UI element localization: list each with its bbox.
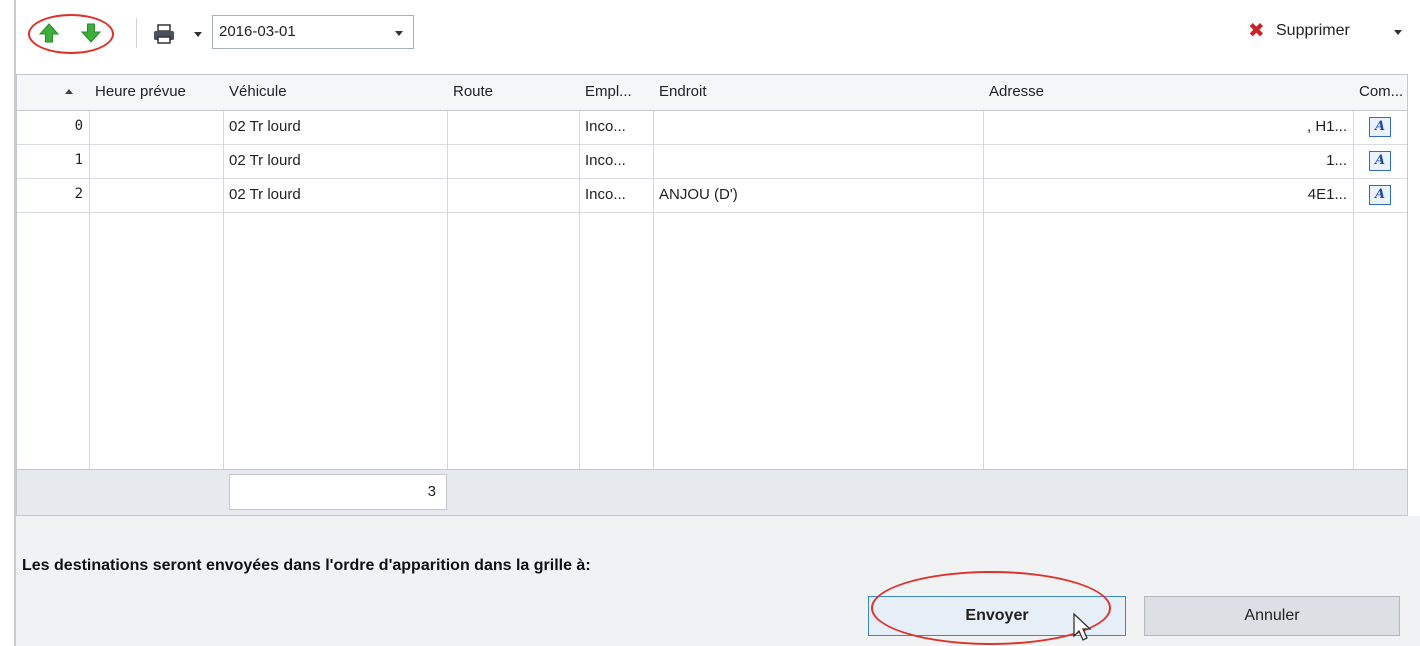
cell-route[interactable] (447, 111, 579, 145)
cell-vehicule[interactable]: 02 Tr lourd (223, 145, 447, 179)
cancel-button[interactable]: Annuler (1144, 596, 1400, 636)
cell-heure[interactable] (89, 145, 223, 179)
text-edit-icon[interactable]: A (1369, 185, 1391, 205)
cell-empl[interactable]: Inco... (579, 145, 653, 179)
date-value: 2016-03-01 (219, 23, 296, 40)
column-header-heure[interactable]: Heure prévue (89, 75, 223, 111)
table-row[interactable]: 2 02 Tr lourd Inco... ANJOU (D') 4E1... … (17, 179, 1407, 213)
column-header-commentaire[interactable]: Com... (1353, 75, 1409, 111)
column-header-route[interactable]: Route (447, 75, 579, 111)
delete-dropdown-icon[interactable] (1394, 30, 1402, 35)
chevron-down-icon[interactable] (395, 31, 403, 36)
move-down-button[interactable] (80, 22, 102, 44)
cell-route[interactable] (447, 179, 579, 213)
text-edit-icon[interactable]: A (1369, 117, 1391, 137)
cell-endroit[interactable] (653, 111, 983, 145)
cell-adresse[interactable]: , H1... (983, 111, 1353, 145)
column-header-endroit[interactable]: Endroit (653, 75, 983, 111)
cell-index: 0 (74, 118, 83, 134)
cell-adresse[interactable]: 4E1... (983, 179, 1353, 213)
cell-empl[interactable]: Inco... (579, 111, 653, 145)
date-select[interactable]: 2016-03-01 (212, 15, 414, 49)
bottom-panel: Les destinations seront envoyées dans l'… (16, 516, 1420, 646)
toolbar-separator (136, 18, 137, 48)
destinations-grid: Heure prévue Véhicule Route Empl... Endr… (16, 74, 1408, 516)
printer-icon (154, 24, 174, 44)
cell-endroit[interactable]: ANJOU (D') (653, 179, 983, 213)
cell-adresse[interactable]: 1... (983, 145, 1353, 179)
cell-index: 1 (74, 152, 83, 168)
print-dropdown-icon[interactable] (194, 32, 202, 37)
column-header-empl[interactable]: Empl... (579, 75, 653, 111)
send-button[interactable]: Envoyer (868, 596, 1126, 636)
cell-vehicule[interactable]: 02 Tr lourd (223, 111, 447, 145)
table-row[interactable]: 0 02 Tr lourd Inco... , H1... A (17, 111, 1407, 145)
table-row[interactable]: 1 02 Tr lourd Inco... 1... A (17, 145, 1407, 179)
grid-footer: 3 (17, 469, 1407, 515)
column-header-adresse[interactable]: Adresse (983, 75, 1353, 111)
grid-header: Heure prévue Véhicule Route Empl... Endr… (17, 75, 1407, 111)
close-icon: ✖ (1248, 18, 1265, 42)
delete-button-label: Supprimer (1276, 22, 1350, 39)
cell-heure[interactable] (89, 111, 223, 145)
cell-route[interactable] (447, 145, 579, 179)
send-order-message: Les destinations seront envoyées dans l'… (22, 557, 591, 574)
column-header-index[interactable] (17, 75, 89, 111)
cell-index: 2 (74, 186, 83, 202)
move-up-button[interactable] (38, 22, 60, 44)
cell-endroit[interactable] (653, 145, 983, 179)
arrow-up-icon (38, 23, 60, 43)
sort-ascending-icon (65, 89, 73, 94)
delete-button[interactable]: ✖ Supprimer (1248, 18, 1420, 46)
row-count: 3 (229, 474, 447, 510)
cell-empl[interactable]: Inco... (579, 179, 653, 213)
toolbar: 2016-03-01 ✖ Supprimer (16, 0, 1420, 60)
cell-vehicule[interactable]: 02 Tr lourd (223, 179, 447, 213)
column-header-vehicule[interactable]: Véhicule (223, 75, 447, 111)
cell-heure[interactable] (89, 179, 223, 213)
text-edit-icon[interactable]: A (1369, 151, 1391, 171)
arrow-down-icon (80, 23, 102, 43)
print-button[interactable] (150, 22, 206, 46)
